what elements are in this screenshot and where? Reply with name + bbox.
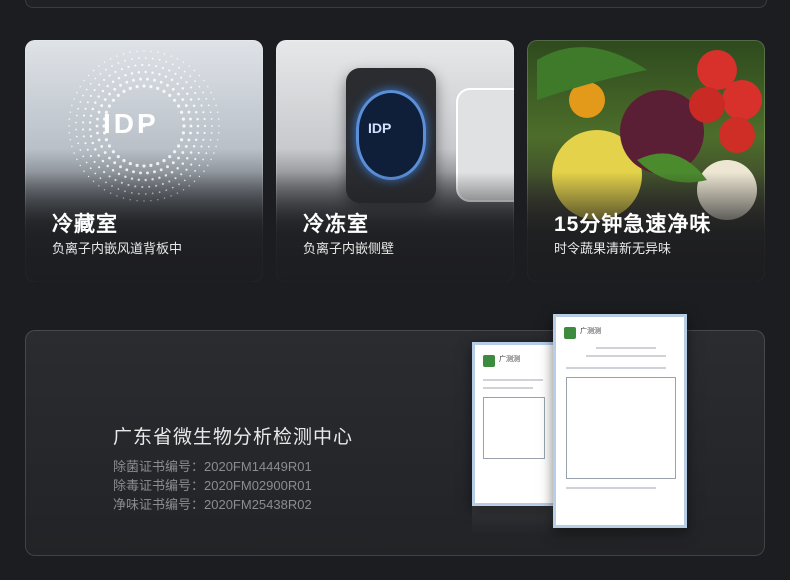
card-title: 冷藏室 [52, 213, 118, 236]
doc-text-line [566, 367, 666, 369]
doc-text-line [586, 355, 666, 357]
card-subtitle: 负离子内嵌风道背板中 [52, 241, 183, 256]
certification-title: 广东省微生物分析检测中心 [113, 427, 354, 448]
document-reflection [472, 505, 681, 535]
feature-card-deodorize: 15分钟急速净味 时令蔬果清新无异味 [527, 40, 765, 282]
card-subtitle: 时令蔬果清新无异味 [554, 241, 672, 256]
lab-logo-icon [483, 355, 495, 367]
certificate-document-icon: 广测测 [553, 314, 687, 528]
certification-panel: 广东省微生物分析检测中心 除菌证书编号：2020FM14449R01 除毒证书编… [25, 314, 765, 556]
certificate-number-line: 除菌证书编号：2020FM14449R01 [113, 459, 312, 474]
device-label: IDP [368, 120, 392, 136]
feature-card-fridge: IDP 冷藏室 负离子内嵌风道背板中 [25, 40, 263, 282]
doc-table [483, 397, 545, 459]
idp-logo-icon: IDP [103, 108, 159, 139]
doc-text-line [483, 387, 533, 389]
card-subtitle: 负离子内嵌侧壁 [303, 241, 395, 256]
certificate-number-line: 净味证书编号：2020FM25438R02 [113, 497, 312, 512]
certificate-document-icon: 广测测 [472, 342, 556, 506]
doc-logo-text: 广测测 [580, 328, 601, 335]
top-panel-edge [25, 0, 767, 8]
doc-text-line [483, 379, 543, 381]
feature-card-freezer: IDP 冷冻室 负离子内嵌侧壁 [276, 40, 514, 282]
doc-text-line [566, 487, 656, 489]
doc-text-line [596, 347, 656, 349]
certificate-number-line: 除毒证书编号：2020FM02900R01 [113, 478, 312, 493]
card-title: 15分钟急速净味 [554, 213, 712, 236]
doc-table [566, 377, 676, 479]
lab-logo-icon [564, 327, 576, 339]
doc-logo-text: 广测测 [499, 356, 520, 363]
card-title: 冷冻室 [303, 213, 369, 236]
